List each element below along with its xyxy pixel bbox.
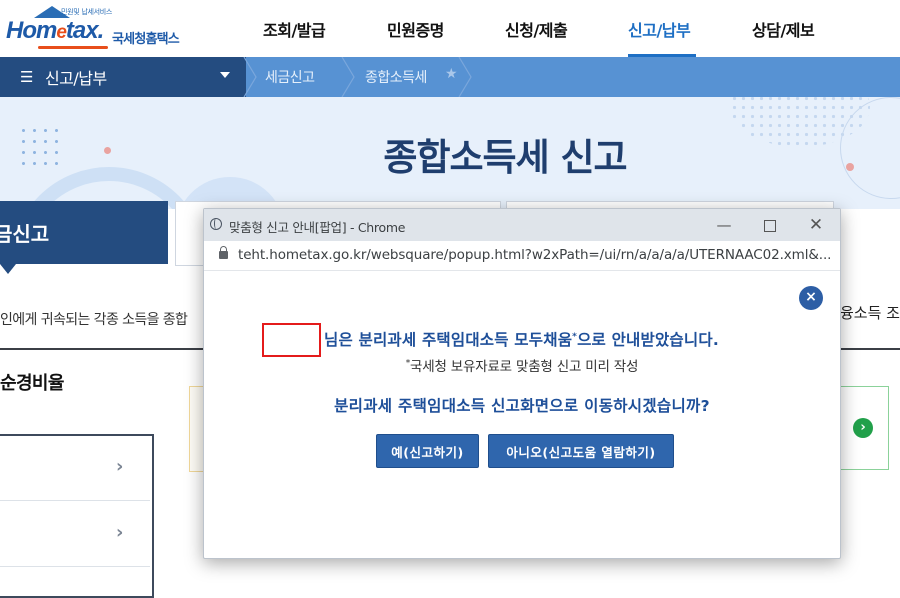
redacted-name-box (262, 323, 321, 357)
lock-icon (219, 246, 228, 259)
custom-report-popup-window: 맞춤형 신고 안내[팝업] - Chrome — ✕ teht.hometax.… (203, 208, 841, 559)
maximize-button[interactable] (756, 213, 784, 237)
no-view-help-button[interactable]: 아니오(신고도움 열람하기) (488, 434, 674, 468)
breadcrumb-separator-icon (341, 57, 355, 97)
address-bar[interactable]: teht.hometax.go.kr/websquare/popup.html?… (204, 241, 840, 271)
caret-down-icon[interactable] (220, 72, 230, 78)
logo-swoosh (38, 46, 108, 49)
section-heading: 순경비율 (0, 373, 64, 394)
gnb-apply-submit[interactable]: 신청/제출 (505, 0, 568, 57)
hamburger-icon: ☰ (20, 68, 33, 86)
gnb-inquiry-issuance[interactable]: 조회/발급 (263, 0, 326, 57)
tab-pointer (0, 264, 16, 274)
gnb-report-pay[interactable]: 신고/납부 (628, 0, 691, 57)
guidance-footnote: *국세청 보유자료로 맞춤형 신고 미리 작성 (405, 358, 639, 376)
page-title: 종합소득세 신고 (383, 136, 627, 179)
location-menu-label: 신고/납부 (44, 69, 107, 88)
logo-tagline: 민원및 납세서비스 (61, 8, 113, 16)
minimize-button[interactable]: — (710, 213, 738, 237)
chevron-right-icon[interactable]: › (116, 522, 123, 543)
gnb-consult-report[interactable]: 상담/제보 (752, 0, 815, 57)
window-titlebar[interactable]: 맞춤형 신고 안내[팝업] - Chrome — ✕ (204, 209, 840, 241)
breadcrumb-income-tax[interactable]: 종합소득세 (365, 57, 427, 97)
yes-report-button[interactable]: 예(신고하기) (376, 434, 479, 468)
window-title: 맞춤형 신고 안내[팝업] - Chrome (229, 220, 406, 235)
site-header: 민원및 납세서비스 Hometax. 국세청홈택스 조회/발급 민원증명 신청/… (0, 0, 900, 57)
guidance-message: 님은 분리과세 주택임대소득 모두채움*으로 안내받았습니다. (324, 331, 719, 349)
chevron-right-icon[interactable]: › (116, 456, 123, 477)
maximize-icon (764, 219, 776, 232)
location-menu-button[interactable]: ☰ 신고/납부 (20, 57, 107, 97)
go-arrow-icon[interactable]: › (853, 418, 873, 438)
tab-label: 금신고 (0, 222, 50, 246)
popup-close-button[interactable]: × (799, 286, 823, 310)
hometax-logo[interactable]: 민원및 납세서비스 Hometax. 국세청홈택스 (6, 6, 201, 50)
globe-icon (210, 218, 222, 230)
favorite-star-icon[interactable]: ★ (445, 66, 458, 82)
breadcrumb-separator-icon (243, 57, 257, 97)
url-text: teht.hometax.go.kr/websquare/popup.html?… (238, 247, 832, 263)
logo-name: 국세청홈택스 (112, 32, 180, 47)
list-divider (0, 500, 150, 501)
side-link-text[interactable]: 융소득 조 (840, 302, 900, 323)
tab-income-report[interactable]: 금신고 (0, 201, 168, 264)
description-text: 인에게 귀속되는 각종 소득을 종합 (0, 312, 188, 328)
side-list-panel (0, 434, 154, 598)
gnb-civil-certificate[interactable]: 민원증명 (387, 0, 444, 57)
logo-wordmark: Hometax. (6, 17, 104, 44)
breadcrumb-tax-report[interactable]: 세금신고 (265, 57, 315, 97)
breadcrumb-separator-icon (458, 57, 472, 97)
confirm-question: 분리과세 주택임대소득 신고화면으로 이동하시겠습니까? (334, 397, 710, 415)
list-divider (0, 566, 150, 567)
window-close-button[interactable]: ✕ (802, 213, 830, 237)
